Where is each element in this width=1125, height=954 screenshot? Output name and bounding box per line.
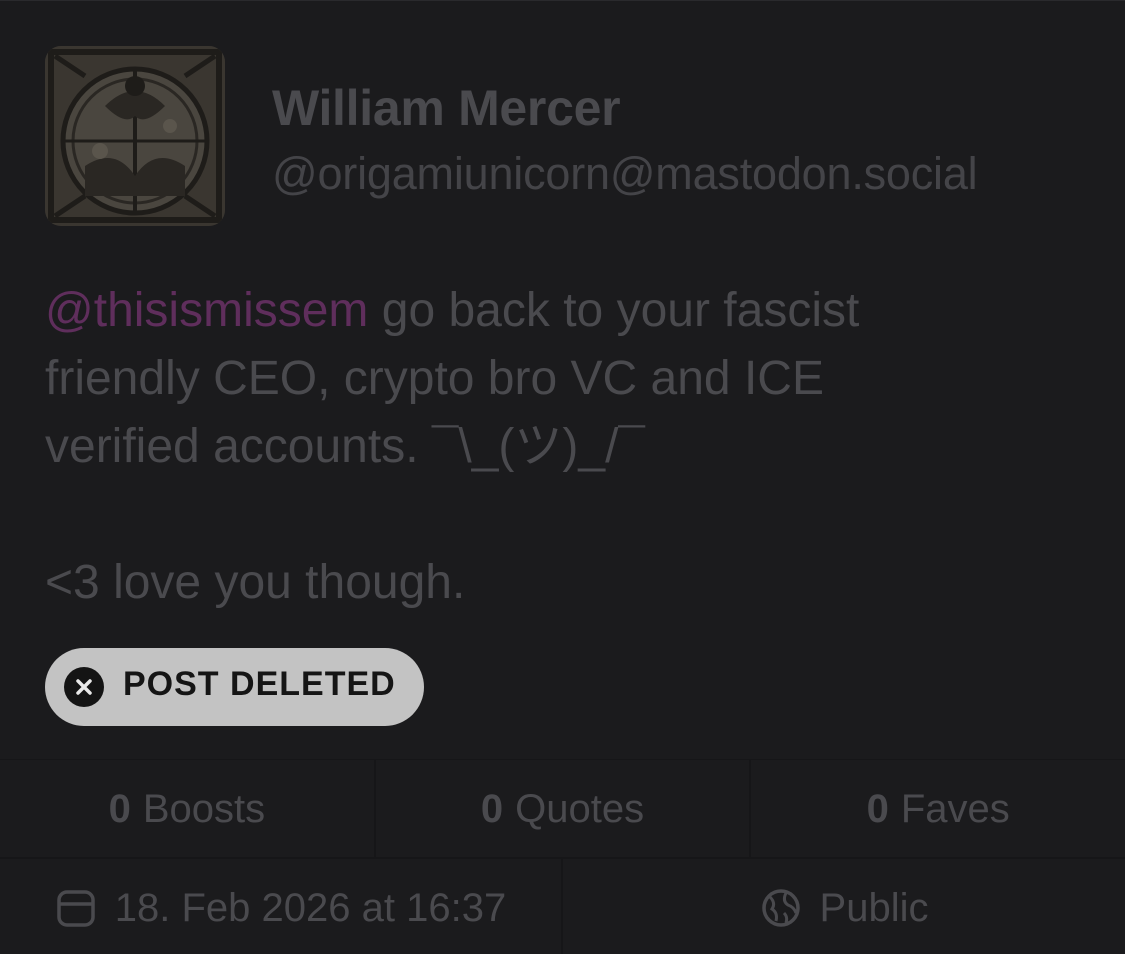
post-line: verified accounts. ¯\_(ツ)_/¯ [45,420,645,473]
post-timestamp[interactable]: 18. Feb 2026 at 16:37 [0,859,563,954]
faves-label: Faves [900,786,1010,831]
faves-count: 0 [866,786,889,831]
post-deleted-badge: POST DELETED [45,648,424,726]
boosts-count: 0 [108,786,131,831]
mention-link[interactable]: @thisismissem [45,284,368,337]
stats-row: 0 Boosts 0 Quotes 0 Faves [0,759,1125,858]
display-name[interactable]: William Mercer [272,79,621,137]
visibility-label: Public [819,885,929,930]
quotes-stat[interactable]: 0 Quotes [376,760,752,858]
post-card: William Mercer @origamiunicorn@mastodon.… [0,0,1125,954]
avatar[interactable] [45,46,225,226]
boosts-label: Boosts [142,786,266,831]
post-text: go back to your fascist [368,284,860,337]
badge-label: POST DELETED [123,665,396,703]
engraving-avatar-icon [45,46,225,226]
calendar-icon [55,887,97,929]
post-line: <3 love you though. [45,556,466,609]
quotes-count: 0 [480,786,504,831]
meta-row: 18. Feb 2026 at 16:37 Public [0,857,1125,954]
faves-stat[interactable]: 0 Faves [751,760,1125,858]
post-content: @thisismissem go back to your fascist fr… [45,277,1085,617]
close-circle-icon [64,667,104,707]
post-line: @thisismissem go back to your fascist [45,277,1085,345]
boosts-stat[interactable]: 0 Boosts [0,760,376,858]
timestamp-text: 18. Feb 2026 at 16:37 [114,885,507,930]
globe-icon [760,887,802,929]
quotes-label: Quotes [515,786,645,831]
visibility-indicator[interactable]: Public [563,859,1125,954]
account-handle[interactable]: @origamiunicorn@mastodon.social [272,148,978,200]
post-line: friendly CEO, crypto bro VC and ICE [45,352,824,405]
